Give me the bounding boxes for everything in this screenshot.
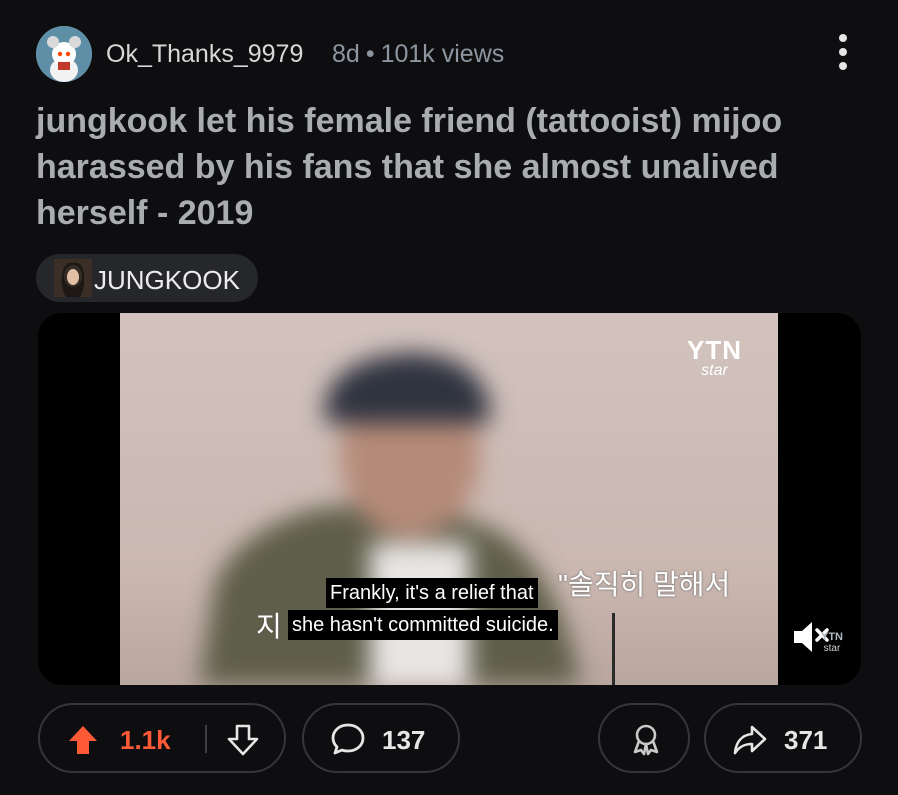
upvote-count: 1.1k: [120, 725, 171, 755]
vote-control: 1.1k: [38, 703, 286, 773]
microphone-stand: [612, 613, 615, 685]
post-title[interactable]: jungkook let his female friend (tattoois…: [36, 98, 856, 236]
downvote-button[interactable]: [226, 723, 260, 762]
comments-button[interactable]: 137: [302, 703, 460, 773]
english-subtitle-line2: she hasn't committed suicide.: [288, 610, 558, 640]
share-count: 371: [784, 725, 828, 755]
korean-caption-line1: "솔직히 말해서: [558, 569, 731, 600]
post-header: Ok_Thanks_9979 8d • 101k views: [36, 26, 862, 82]
post-meta: 8d • 101k views: [332, 40, 504, 69]
post-age: 8d: [332, 40, 360, 68]
ytn-watermark: YTN star: [821, 631, 843, 654]
post-flair[interactable]: JUNGKOOK: [36, 254, 258, 302]
comment-bubble-icon: [330, 721, 366, 762]
ytn-star-logo: YTN star: [687, 335, 742, 379]
award-button[interactable]: [598, 703, 690, 773]
view-count: 101k views: [380, 40, 505, 68]
username[interactable]: Ok_Thanks_9979: [106, 40, 303, 69]
upvote-button[interactable]: [66, 723, 100, 762]
downvote-arrow-icon: [227, 724, 259, 756]
meta-separator: •: [365, 40, 375, 68]
comment-count: 137: [382, 725, 426, 755]
share-button[interactable]: 371: [704, 703, 862, 773]
vote-divider: [205, 725, 207, 753]
english-subtitle-line1: Frankly, it's a relief that: [326, 578, 538, 608]
flair-label: JUNGKOOK: [94, 265, 240, 295]
share-arrow-icon: [732, 722, 768, 763]
snoo-avatar-icon: [36, 26, 92, 82]
video-player[interactable]: YTN star "솔직히 말해서 지 이에요" Frankly, it's a…: [38, 313, 861, 685]
flair-image: [54, 259, 92, 297]
upvote-arrow-icon: [69, 726, 97, 754]
award-icon: [628, 721, 664, 762]
video-frame: YTN star "솔직히 말해서 지 이에요" Frankly, it's a…: [120, 313, 778, 685]
user-avatar[interactable]: [36, 26, 92, 82]
more-options-icon[interactable]: [836, 34, 850, 74]
